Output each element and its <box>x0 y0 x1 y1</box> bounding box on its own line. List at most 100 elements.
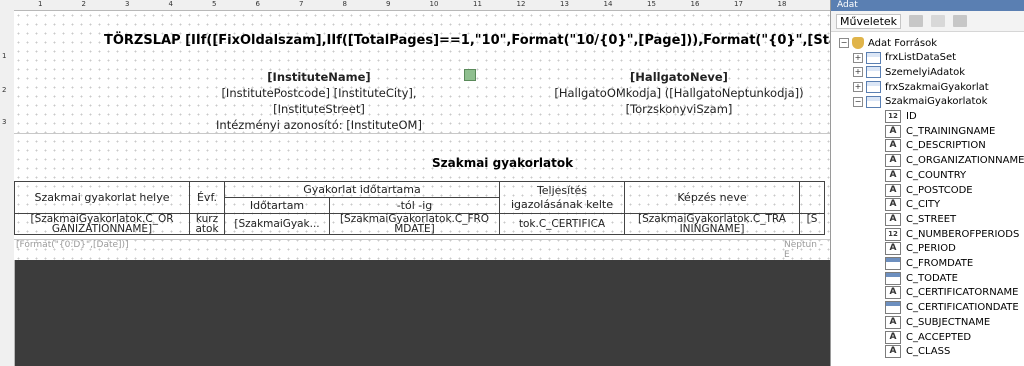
database-icon <box>852 37 864 49</box>
tree-dataset[interactable]: − SzakmaiGyakorlatok <box>853 95 987 109</box>
cell-duration[interactable]: [SzakmaiGyak... <box>224 213 330 235</box>
horizontal-ruler: 1 2 3 4 5 6 7 8 9 10 11 12 13 14 15 16 17 18 <box>14 0 830 11</box>
tree-field[interactable]: A C_ACCEPTED <box>885 330 971 344</box>
cell-training-name[interactable]: [SzakmaiGyakorlatok.C_TRA ININGNAME] <box>624 213 800 235</box>
student-block[interactable]: [HallgatoNeve] [HallgatoOMkodja] ([Hallg… <box>534 69 824 117</box>
header-duration-length[interactable]: Időtartam <box>224 197 330 214</box>
text-field-icon: A <box>885 139 901 153</box>
ruler-number: 2 <box>81 0 86 8</box>
header-year[interactable]: Évf. <box>189 181 225 214</box>
tree-field[interactable]: A C_COUNTRY <box>885 168 966 182</box>
tree-dataset-label: frxListDataSet <box>885 52 957 64</box>
tree-root[interactable]: − Adat Források <box>839 36 937 50</box>
section-title[interactable]: Szakmai gyakorlatok <box>432 156 573 170</box>
ruler-number: 13 <box>560 0 569 8</box>
cell-extra[interactable]: [S <box>799 213 825 235</box>
tree-field[interactable]: A C_STREET <box>885 212 956 226</box>
date-field-icon <box>885 257 901 270</box>
cell-from-date[interactable]: [SzakmaiGyakorlatok.C_FRO MDATE] <box>329 213 500 235</box>
student-codes: [HallgatoOMkodja] ([HallgatoNeptunkodja]… <box>554 86 804 100</box>
report-page[interactable]: TÖRZSLAP [IIf([FixOldalszam],IIf([TotalP… <box>14 11 830 260</box>
text-field-icon: A <box>885 330 901 344</box>
tree-field[interactable]: A C_CERTIFICATORNAME <box>885 286 1019 300</box>
text-field-icon: A <box>885 286 901 300</box>
ruler-number: 1 <box>38 0 43 8</box>
text-field-icon: A <box>885 242 901 256</box>
report-designer[interactable]: 1 2 3 1 2 3 4 5 6 7 8 9 10 11 12 13 14 15 16 17 18 TÖRZSL… <box>0 0 830 366</box>
tree-field-label: C_CERTIFICATORNAME <box>906 287 1019 299</box>
tree-field-label: C_ACCEPTED <box>906 331 972 343</box>
tree-root-label: Adat Források <box>868 37 938 49</box>
expand-icon[interactable]: + <box>853 52 863 63</box>
table-icon <box>866 81 881 94</box>
cell-year[interactable]: kurz atok <box>189 213 225 235</box>
header-place[interactable]: Szakmai gyakorlat helye <box>14 181 190 214</box>
data-panel[interactable]: Adat Műveletek − Adat Források + frxListDat… <box>830 0 1024 366</box>
tree-field[interactable]: A C_DESCRIPTION <box>885 139 986 153</box>
header-training-name[interactable]: Képzés neve <box>624 181 800 214</box>
text-field-icon: A <box>885 198 901 212</box>
tree-dataset[interactable]: + SzemelyiAdatok <box>853 65 965 79</box>
tree-field[interactable]: A C_ORGANIZATIONNAME <box>885 154 1024 168</box>
tree-field-label: C_TRAININGNAME <box>906 125 996 137</box>
tree-field[interactable]: C_FROMDATE <box>885 257 973 271</box>
delete-icon[interactable] <box>931 15 946 27</box>
table-icon <box>866 51 881 64</box>
ruler-number: 4 <box>168 0 173 8</box>
header-certification-date[interactable]: Teljesítés igazolásának kelte <box>499 181 625 214</box>
ruler-number: 11 <box>473 0 482 8</box>
tree-field-label: C_POSTCODE <box>906 184 973 196</box>
tree-field-label: C_SUBJECTNAME <box>906 316 991 328</box>
footer-separator <box>14 239 830 240</box>
text-field-icon: A <box>885 315 901 329</box>
text-field-icon: A <box>885 345 901 359</box>
tree-field[interactable]: 12 ID <box>885 110 917 124</box>
tree-field-label: C_NUMBEROFPERIODS <box>906 228 1020 240</box>
picture-placeholder-icon[interactable] <box>464 69 476 81</box>
expand-icon[interactable]: + <box>853 82 863 93</box>
header-duration[interactable]: Gyakorlat időtartama <box>224 181 500 198</box>
tree-field[interactable]: A C_POSTCODE <box>885 183 973 197</box>
tree-field-label: C_TODATE <box>906 272 958 284</box>
tree-field-label: C_CERTIFICATIONDATE <box>906 302 1019 314</box>
tree-field[interactable]: A C_CLASS <box>885 345 950 359</box>
practice-table[interactable]: Szakmai gyakorlat helye Évf. Gyakorlat i… <box>14 181 825 235</box>
tree-field-label: C_STREET <box>906 213 957 225</box>
tree-dataset[interactable]: + frxSzakmaiGyakorlat <box>853 80 989 94</box>
ruler-number: 9 <box>386 0 391 8</box>
footer-neptun-label[interactable]: Neptun - E <box>784 240 830 260</box>
institute-id: Intézményi azonosító: [InstituteOM] <box>216 118 422 132</box>
institute-block[interactable]: [InstituteName] [InstitutePostcode] [Ins… <box>174 69 464 133</box>
header-title[interactable]: TÖRZSLAP [IIf([FixOldalszam],IIf([TotalP… <box>104 33 830 48</box>
edit-icon[interactable] <box>909 15 924 27</box>
tree-field-label: C_ORGANIZATIONNAME <box>906 155 1024 167</box>
tree-field[interactable]: C_TODATE <box>885 271 958 285</box>
ruler-number: 15 <box>647 0 656 8</box>
tree-field-label: C_CITY <box>906 199 941 211</box>
tree-field[interactable]: 12 C_NUMBEROFPERIODS <box>885 227 1019 241</box>
tree-field-label: C_PERIOD <box>906 243 956 255</box>
header-extra[interactable] <box>799 181 825 214</box>
cell-certificator[interactable]: tok.C_CERTIFICA <box>499 213 625 235</box>
table-icon <box>866 95 881 108</box>
tree-field[interactable]: A C_PERIOD <box>885 242 956 256</box>
ruler-number: 17 <box>734 0 743 8</box>
ruler-number: 7 <box>299 0 304 8</box>
tree-dataset[interactable]: + frxListDataSet <box>853 51 956 65</box>
actions-menu[interactable]: Műveletek <box>836 13 902 29</box>
tree-field[interactable]: A C_CITY <box>885 198 940 212</box>
cell-organization[interactable]: [SzakmaiGyakorlatok.C_OR GANIZATIONNAME] <box>14 213 190 235</box>
header-duration-range[interactable]: -tól -ig <box>329 197 500 214</box>
text-field-icon: A <box>885 124 901 138</box>
properties-icon[interactable] <box>953 15 968 27</box>
tree-field[interactable]: A C_SUBJECTNAME <box>885 315 990 329</box>
tree-field[interactable]: C_CERTIFICATIONDATE <box>885 301 1019 315</box>
collapse-icon[interactable]: − <box>853 96 863 107</box>
tree-dataset-label: SzakmaiGyakorlatok <box>885 96 988 108</box>
tree-field[interactable]: A C_TRAININGNAME <box>885 124 995 138</box>
text-field-icon: A <box>885 212 901 226</box>
collapse-icon[interactable]: − <box>839 38 849 48</box>
text-field-icon: A <box>885 183 901 197</box>
expand-icon[interactable]: + <box>853 67 863 78</box>
footer-date-field[interactable]: [Format("{0:D}",[Date])] <box>16 240 129 250</box>
